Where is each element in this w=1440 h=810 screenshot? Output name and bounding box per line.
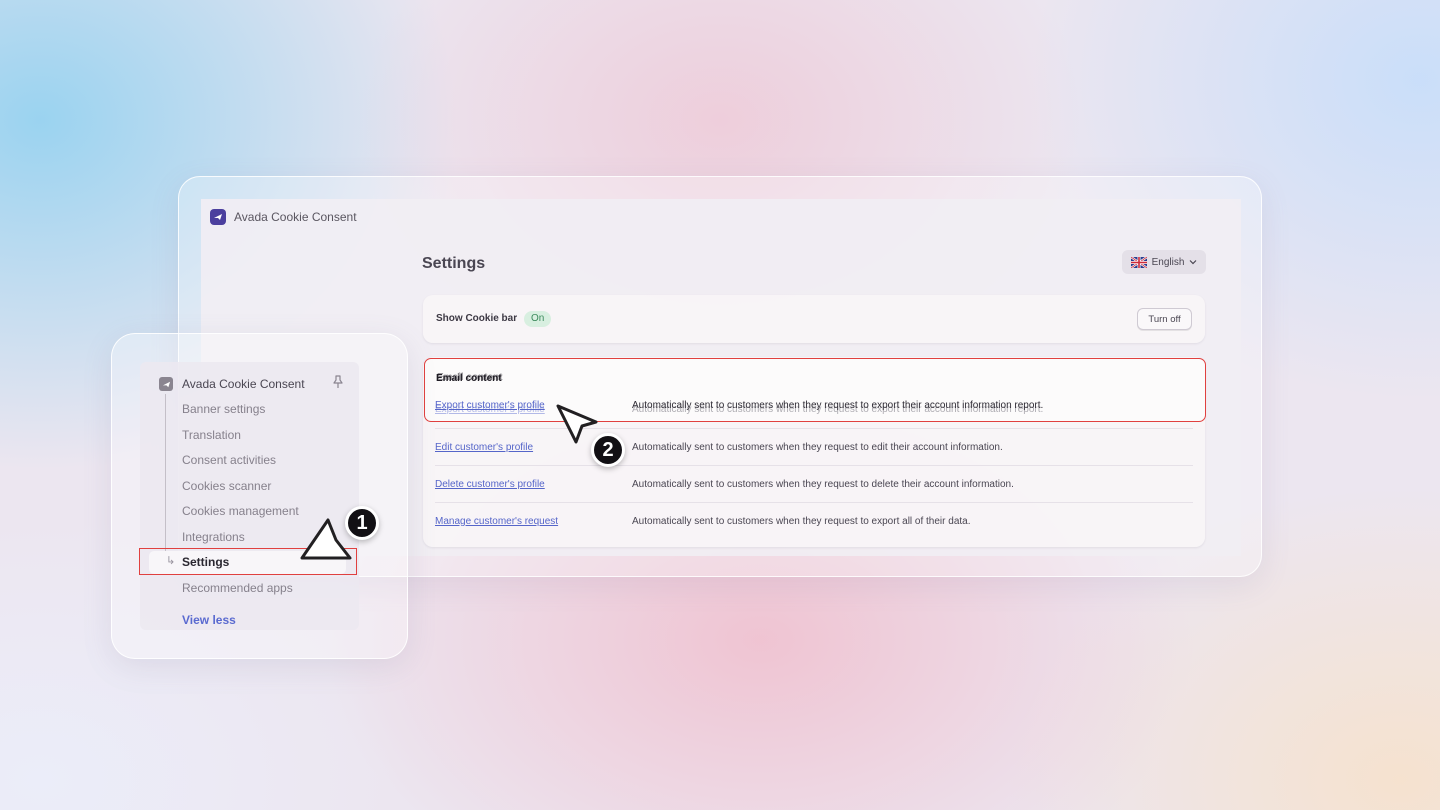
sidebar: Avada Cookie Consent Banner settings Tra…	[140, 362, 359, 630]
sidebar-app-header[interactable]: Avada Cookie Consent	[159, 374, 344, 394]
tree-connector	[165, 394, 166, 568]
turn-off-button[interactable]: Turn off	[1137, 308, 1192, 330]
sidebar-item-recommended-apps[interactable]: Recommended apps	[182, 581, 293, 595]
step-2-badge: 2	[591, 433, 625, 467]
cookie-bar-card: Show Cookie bar On Turn off	[423, 295, 1205, 343]
manage-request-link[interactable]: Manage customer's request	[435, 516, 632, 527]
sidebar-item-consent-activities[interactable]: Consent activities	[182, 453, 276, 467]
sidebar-app-name: Avada Cookie Consent	[182, 377, 305, 391]
status-badge: On	[524, 311, 552, 327]
step-1-badge: 1	[345, 506, 379, 540]
sidebar-item-banner-settings[interactable]: Banner settings	[182, 402, 265, 416]
list-item: Edit customer's profile Automatically se…	[435, 428, 1193, 465]
email-content-heading: Email content	[436, 373, 502, 384]
sidebar-item-integrations[interactable]: Integrations	[182, 530, 245, 544]
list-item: Manage customer's request Automatically …	[435, 502, 1193, 539]
chevron-down-icon	[1189, 257, 1197, 268]
sidebar-zoom-frame: Avada Cookie Consent Banner settings Tra…	[111, 333, 408, 659]
row-description: Automatically sent to customers when the…	[632, 478, 1014, 490]
row-description: Automatically sent to customers when the…	[632, 400, 1044, 411]
avada-logo-icon	[210, 209, 226, 225]
language-label: English	[1151, 256, 1185, 268]
app-header: Avada Cookie Consent	[210, 207, 357, 227]
list-item: Export customer's profile Automatically …	[435, 400, 1043, 411]
row-description: Automatically sent to customers when the…	[632, 441, 1003, 453]
sidebar-item-cookies-management[interactable]: Cookies management	[182, 504, 299, 518]
uk-flag-icon	[1130, 256, 1147, 268]
sidebar-item-translation[interactable]: Translation	[182, 428, 241, 442]
cookie-bar-label: Show Cookie bar	[436, 313, 518, 324]
delete-profile-link[interactable]: Delete customer's profile	[435, 479, 632, 490]
list-item: Delete customer's profile Automatically …	[435, 465, 1193, 502]
language-select[interactable]: English	[1122, 250, 1206, 274]
sidebar-item-cookies-scanner[interactable]: Cookies scanner	[182, 479, 271, 493]
app-title: Avada Cookie Consent	[234, 210, 357, 224]
row-description: Automatically sent to customers when the…	[632, 515, 971, 527]
page-title: Settings	[422, 255, 486, 272]
export-profile-link[interactable]: Export customer's profile	[435, 400, 632, 411]
pin-icon[interactable]	[332, 374, 344, 394]
view-less-link[interactable]: View less	[182, 613, 236, 627]
email-highlight-box: Email content Export customer's profile …	[424, 358, 1206, 422]
avada-logo-icon	[159, 377, 173, 391]
